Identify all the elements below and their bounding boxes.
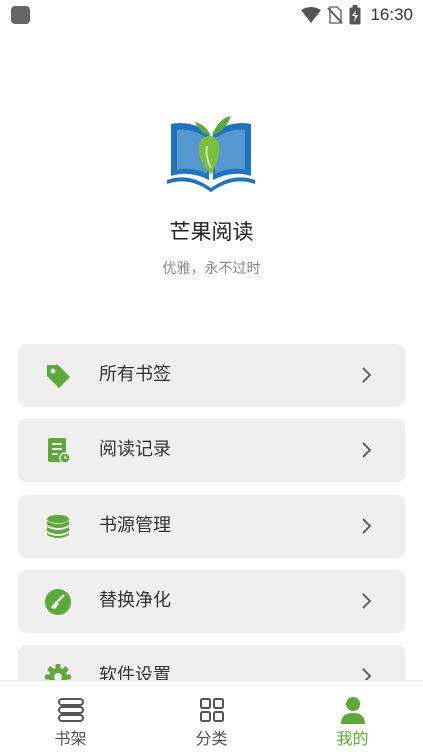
menu-item-settings[interactable]: 软件设置 xyxy=(18,645,405,680)
gear-icon xyxy=(45,664,71,680)
chevron-right-icon xyxy=(362,593,372,609)
database-icon xyxy=(47,515,69,538)
nav-tab-mine[interactable]: 我的 xyxy=(282,681,423,752)
menu-item-replace-purify[interactable]: 替换净化 xyxy=(18,570,405,633)
no-sim-icon xyxy=(327,6,344,24)
bottom-nav: 书架 分类 我的 xyxy=(0,680,423,752)
menu-list: 所有书签 阅读记录 书源管理 替换净化 软件设置 xyxy=(18,344,405,680)
menu-item-bookmarks[interactable]: 所有书签 xyxy=(18,344,405,407)
menu-item-label: 替换净化 xyxy=(99,590,171,611)
nav-tab-label: 书架 xyxy=(54,729,87,748)
nav-tab-categories[interactable]: 分类 xyxy=(141,681,282,752)
status-bar: 16:30 xyxy=(0,0,423,30)
menu-item-label: 书源管理 xyxy=(99,515,171,536)
status-indicators: 16:30 xyxy=(301,3,413,27)
reading-record-icon xyxy=(48,438,71,464)
menu-item-label: 所有书签 xyxy=(99,364,171,385)
nav-tab-bookshelf[interactable]: 书架 xyxy=(0,681,141,752)
grid-icon xyxy=(200,698,224,722)
person-icon xyxy=(341,697,365,724)
chevron-right-icon xyxy=(362,367,372,383)
chevron-right-icon xyxy=(362,442,372,458)
status-time: 16:30 xyxy=(370,5,413,24)
menu-item-book-sources[interactable]: 书源管理 xyxy=(18,495,405,558)
bookshelf-icon xyxy=(58,698,84,722)
menu-item-reading-history[interactable]: 阅读记录 xyxy=(18,419,405,482)
wifi-icon xyxy=(301,7,322,23)
app-slogan: 优雅，永不过时 xyxy=(162,261,261,277)
nav-tab-label: 我的 xyxy=(336,729,369,748)
broom-icon xyxy=(45,589,71,615)
nav-tab-label: 分类 xyxy=(195,729,228,748)
notification-app-icon xyxy=(11,6,30,24)
menu-item-label: 阅读记录 xyxy=(99,439,171,460)
battery-charging-icon xyxy=(349,5,361,25)
menu-item-label: 软件设置 xyxy=(99,665,171,680)
app-logo xyxy=(167,116,255,192)
chevron-right-icon xyxy=(362,668,372,680)
app-title: 芒果阅读 xyxy=(169,220,254,244)
tag-icon xyxy=(47,365,70,388)
chevron-right-icon xyxy=(362,518,372,534)
